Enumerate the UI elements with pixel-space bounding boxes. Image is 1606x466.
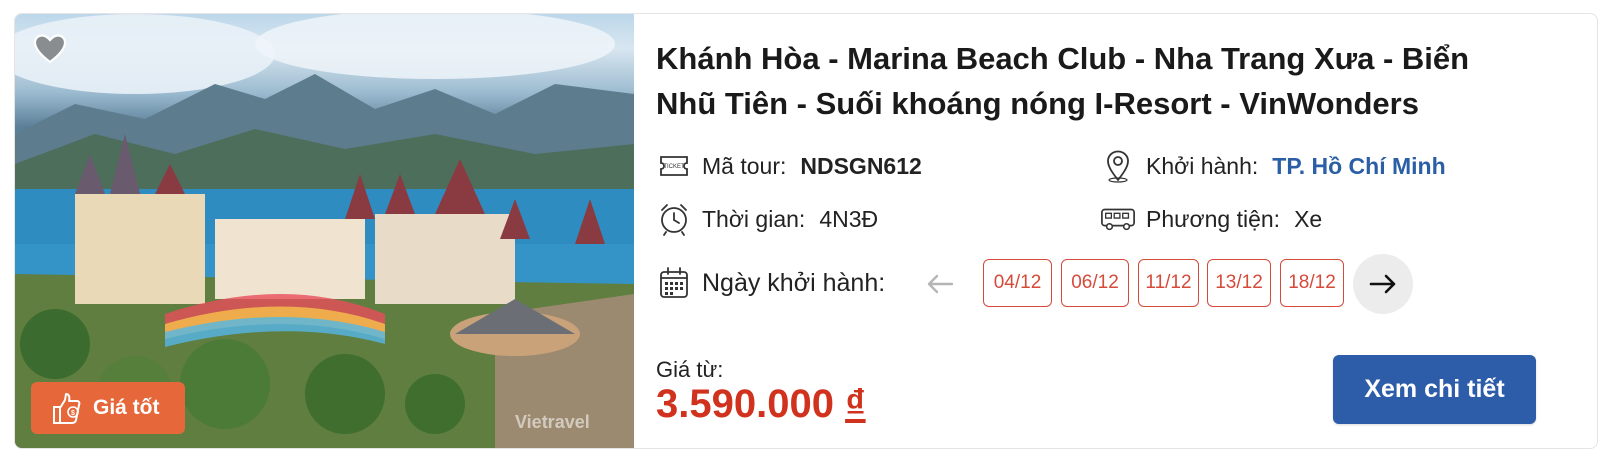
- arrow-left-icon: [927, 274, 954, 294]
- dates-row: Ngày khởi hành:: [656, 265, 885, 301]
- tour-photo[interactable]: $ Giá tốt Vietravel: [15, 14, 634, 448]
- view-details-button[interactable]: Xem chi tiết: [1333, 355, 1536, 424]
- departure-row: Khởi hành: TP. Hồ Chí Minh: [1100, 148, 1446, 184]
- tour-code-row: TICKET Mã tour: NDSGN612: [656, 148, 922, 184]
- good-price-badge: $ Giá tốt: [31, 382, 185, 434]
- date-chip[interactable]: 04/12: [983, 259, 1052, 307]
- arrow-right-icon: [1369, 274, 1396, 294]
- date-chip[interactable]: 06/12: [1061, 259, 1129, 307]
- svg-text:TICKET: TICKET: [663, 164, 685, 170]
- transport-label: Phương tiện:: [1146, 205, 1281, 232]
- map-pin-icon: [1100, 148, 1136, 184]
- duration-label: Thời gian:: [702, 205, 806, 232]
- dates-prev-button[interactable]: [924, 270, 956, 298]
- badge-label: Giá tốt: [93, 396, 160, 419]
- transport-row: Phương tiện: Xe: [1100, 201, 1322, 237]
- ticket-icon: TICKET: [656, 148, 692, 184]
- date-chip[interactable]: 11/12: [1138, 259, 1199, 307]
- date-chip[interactable]: 13/12: [1207, 259, 1271, 307]
- bus-icon: [1100, 201, 1136, 237]
- dates-label: Ngày khởi hành:: [702, 268, 886, 297]
- dates-next-button[interactable]: [1353, 254, 1413, 314]
- duration-row: Thời gian: 4N3Đ: [656, 201, 878, 237]
- departure-value[interactable]: TP. Hồ Chí Minh: [1272, 153, 1445, 180]
- price-value: 3.590.000: [656, 382, 834, 426]
- price: 3.590.000 ₫: [656, 382, 866, 427]
- svg-text:$: $: [71, 410, 75, 417]
- alarm-clock-icon: [656, 201, 692, 237]
- favorite-button[interactable]: [33, 32, 67, 66]
- tour-card: $ Giá tốt Vietravel Khánh Hòa - Marina B…: [14, 13, 1598, 449]
- tour-info: Khánh Hòa - Marina Beach Club - Nha Tran…: [656, 14, 1597, 448]
- duration-value: 4N3Đ: [819, 205, 879, 232]
- photo-watermark: Vietravel: [515, 412, 590, 432]
- calendar-icon: [656, 265, 692, 301]
- tour-code-value: NDSGN612: [800, 152, 922, 179]
- price-currency: ₫: [845, 382, 866, 426]
- transport-value: Xe: [1294, 205, 1323, 232]
- tour-code-label: Mã tour:: [702, 152, 787, 179]
- heart-icon: [34, 34, 66, 64]
- price-label: Giá từ:: [656, 357, 724, 382]
- date-chip[interactable]: 18/12: [1280, 259, 1344, 307]
- departure-label: Khởi hành:: [1146, 152, 1259, 179]
- tour-title[interactable]: Khánh Hòa - Marina Beach Club - Nha Tran…: [656, 36, 1536, 126]
- thumbs-up-dollar-icon: $: [53, 393, 81, 424]
